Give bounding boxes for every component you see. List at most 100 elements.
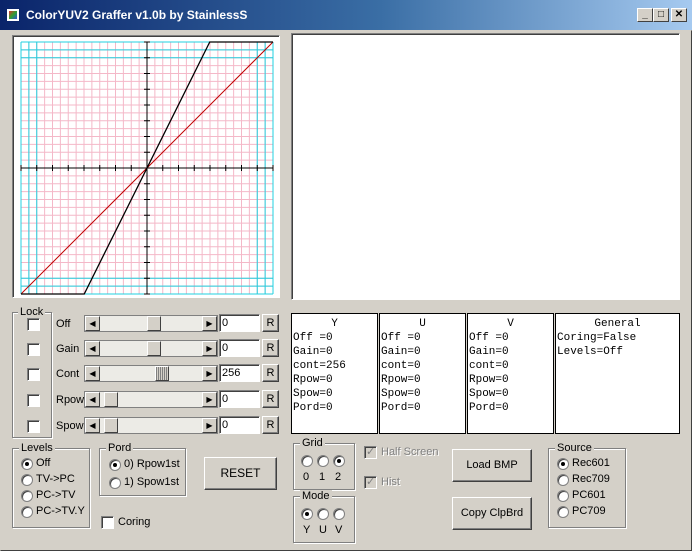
graph-background xyxy=(15,38,277,295)
coring-checkbox[interactable] xyxy=(101,516,114,529)
mode-option-label: Y xyxy=(303,524,311,536)
source-option-label: PC709 xyxy=(572,505,606,517)
v-info-line: Gain=0 xyxy=(469,346,509,358)
rpow-slider[interactable]: ◀ ▶ xyxy=(84,391,218,408)
levels-radio-0[interactable] xyxy=(21,458,33,470)
curve-graph-panel xyxy=(12,35,280,298)
right-arrow-icon[interactable]: ▶ xyxy=(202,316,217,331)
mode-group-label: Mode xyxy=(300,490,332,502)
grid-radio-1[interactable] xyxy=(317,455,329,467)
lock-off-checkbox[interactable] xyxy=(27,318,40,331)
levels-option-label: TV->PC xyxy=(36,473,75,485)
general-info-title: General xyxy=(594,318,641,330)
v-info-box: V Off =0 Gain=0 cont=0 Rpow=0 Spow=0 Por… xyxy=(467,313,554,434)
left-arrow-icon[interactable]: ◀ xyxy=(85,316,100,331)
rpow-reset-button[interactable]: R xyxy=(262,390,279,408)
right-arrow-icon[interactable]: ▶ xyxy=(202,341,217,356)
spow-slider[interactable]: ◀ ▶ xyxy=(84,417,218,434)
v-info-line: Off =0 xyxy=(469,332,509,344)
u-info-line: cont=0 xyxy=(381,360,421,372)
lock-cont-checkbox[interactable] xyxy=(27,368,40,381)
off-value-field[interactable]: 0 xyxy=(219,314,260,332)
grid-radio-0[interactable] xyxy=(301,455,313,467)
half-screen-checkbox[interactable] xyxy=(364,445,377,459)
maximize-button[interactable]: □ xyxy=(653,8,669,22)
gain-value-field[interactable]: 0 xyxy=(219,339,260,357)
grid-option-label: 1 xyxy=(319,471,326,483)
rpow-slider-thumb[interactable] xyxy=(104,392,118,407)
u-info-line: Gain=0 xyxy=(381,346,421,358)
v-info-title: V xyxy=(507,318,514,330)
u-info-title: U xyxy=(419,318,426,330)
levels-radio-1[interactable] xyxy=(21,474,33,486)
spow-slider-thumb[interactable] xyxy=(104,418,118,433)
v-info-line: Rpow=0 xyxy=(469,374,509,386)
gain-slider-thumb[interactable] xyxy=(147,341,161,356)
coring-label: Coring xyxy=(118,516,151,528)
hist-label: Hist xyxy=(381,476,400,488)
lock-spow-checkbox[interactable] xyxy=(27,420,40,433)
spow-value-field[interactable]: 0 xyxy=(219,416,260,434)
gain-slider[interactable]: ◀ ▶ xyxy=(84,340,218,357)
cont-slider[interactable]: ◀ ▶ xyxy=(84,365,218,382)
u-info-line: Spow=0 xyxy=(381,388,421,400)
cont-reset-button[interactable]: R xyxy=(262,364,279,382)
u-info-line: Rpow=0 xyxy=(381,374,421,386)
levels-radio-2[interactable] xyxy=(21,490,33,502)
minimize-button[interactable]: _ xyxy=(637,8,653,22)
rpow-value-field[interactable]: 0 xyxy=(219,390,260,408)
cont-slider-thumb[interactable] xyxy=(155,366,169,381)
pord-option-label: 0) Rpow1st xyxy=(124,458,180,470)
off-slider-thumb[interactable] xyxy=(147,316,161,331)
hist-checkbox[interactable] xyxy=(364,475,377,489)
mode-option-label: V xyxy=(335,524,343,536)
source-radio-0[interactable] xyxy=(557,458,569,470)
right-arrow-icon[interactable]: ▶ xyxy=(202,418,217,433)
left-arrow-icon[interactable]: ◀ xyxy=(85,418,100,433)
left-arrow-icon[interactable]: ◀ xyxy=(85,366,100,381)
y-info-box: Y Off =0 Gain=0 cont=256 Rpow=0 Spow=0 P… xyxy=(291,313,378,434)
copy-clipboard-button[interactable]: Copy ClpBrd xyxy=(452,497,532,530)
app-icon xyxy=(6,8,20,22)
u-info-line: Off =0 xyxy=(381,332,421,344)
gain-reset-button[interactable]: R xyxy=(262,339,279,357)
source-radio-2[interactable] xyxy=(557,490,569,502)
mode-radio-1[interactable] xyxy=(317,508,329,520)
lock-rpow-checkbox[interactable] xyxy=(27,394,40,407)
left-arrow-icon[interactable]: ◀ xyxy=(85,392,100,407)
left-arrow-icon[interactable]: ◀ xyxy=(85,341,100,356)
y-info-line: Pord=0 xyxy=(293,402,333,414)
mode-radio-0[interactable] xyxy=(301,508,313,520)
spow-reset-button[interactable]: R xyxy=(262,416,279,434)
cont-label: Cont xyxy=(56,368,80,380)
levels-option-label: PC->TV.Y xyxy=(36,505,85,517)
levels-radio-3[interactable] xyxy=(21,506,33,518)
u-info-box: U Off =0 Gain=0 cont=0 Rpow=0 Spow=0 Por… xyxy=(379,313,466,434)
half-screen-label: Half Screen xyxy=(381,446,439,458)
grid-radio-2[interactable] xyxy=(333,455,345,467)
cont-value-field[interactable]: 256 xyxy=(219,364,260,382)
grid-option-label: 0 xyxy=(303,471,310,483)
mode-radio-2[interactable] xyxy=(333,508,345,520)
y-info-title: Y xyxy=(331,318,338,330)
source-radio-1[interactable] xyxy=(557,474,569,486)
pord-radio-1[interactable] xyxy=(109,477,121,489)
levels-group-label: Levels xyxy=(19,442,55,454)
curve-graph xyxy=(15,38,277,295)
general-info-box: General Coring=False Levels=Off xyxy=(555,313,680,434)
close-button[interactable]: ✕ xyxy=(671,8,687,22)
right-arrow-icon[interactable]: ▶ xyxy=(202,366,217,381)
right-arrow-icon[interactable]: ▶ xyxy=(202,392,217,407)
off-slider[interactable]: ◀ ▶ xyxy=(84,315,218,332)
reset-button[interactable]: RESET xyxy=(204,457,277,490)
source-radio-3[interactable] xyxy=(557,506,569,518)
grid-option-label: 2 xyxy=(335,471,342,483)
u-info-line: Pord=0 xyxy=(381,402,421,414)
lock-gain-checkbox[interactable] xyxy=(27,343,40,356)
y-info-line: Gain=0 xyxy=(293,346,333,358)
gain-label: Gain xyxy=(56,343,80,355)
off-reset-button[interactable]: R xyxy=(262,314,279,332)
load-bmp-button[interactable]: Load BMP xyxy=(452,449,532,482)
window-title: ColorYUV2 Graffer v1.0b by StainlessS xyxy=(26,8,248,22)
pord-radio-0[interactable] xyxy=(109,459,121,471)
